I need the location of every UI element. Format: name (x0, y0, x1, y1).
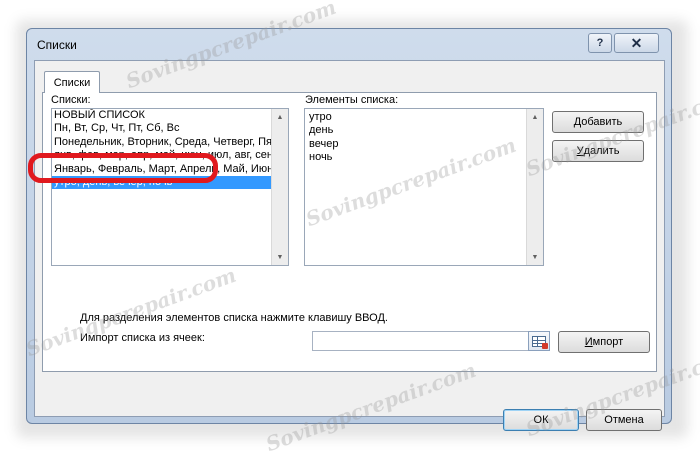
hint-text: Для разделения элементов списка нажмите … (80, 312, 388, 324)
import-button-accesskey: И (584, 336, 593, 348)
list-item[interactable]: утро, день, вечер, ночь (52, 175, 288, 190)
list-item[interactable]: янв, фев, мар, апр, май, июн, июл, авг, … (52, 149, 288, 162)
delete-button-accesskey: У (576, 145, 584, 157)
scroll-down-arrow-icon[interactable]: ▼ (272, 249, 288, 265)
ok-button-label: ОК (533, 414, 549, 426)
title-bar[interactable]: Списки ? ✕ (27, 29, 671, 59)
ok-button[interactable]: ОК (503, 409, 579, 431)
lists-rows: НОВЫЙ СПИСОК Пн, Вт, Ср, Чт, Пт, Сб, Вс По… (52, 109, 288, 190)
help-button[interactable]: ? (588, 33, 612, 53)
close-button[interactable]: ✕ (614, 33, 659, 53)
range-select-button[interactable] (528, 331, 550, 351)
lists-label: Списки: (51, 94, 91, 106)
delete-button-label: далить (583, 145, 620, 157)
cancel-button[interactable]: Отмена (586, 409, 662, 431)
add-button[interactable]: Добавить (552, 111, 644, 133)
scroll-down-arrow-icon[interactable]: ▼ (527, 249, 543, 265)
list-entries-label: Элементы списка: (305, 94, 399, 106)
entries-scrollbar[interactable]: ▲ ▼ (526, 109, 543, 265)
list-entry-line: день (309, 124, 334, 137)
list-item[interactable]: Понедельник, Вторник, Среда, Четверг, Пя… (52, 136, 288, 149)
import-label: Импорт списка из ячеек: (80, 332, 205, 344)
list-item[interactable]: Пн, Вт, Ср, Чт, Пт, Сб, Вс (52, 122, 288, 135)
entries-rows: утро день вечер ночь (305, 109, 543, 165)
cancel-button-label: Отмена (604, 414, 644, 426)
list-item[interactable]: Январь, Февраль, Март, Апрель, Май, Июнь… (52, 163, 288, 176)
list-entry-line: утро (309, 111, 332, 123)
dialog-body: Списки Списки: НОВЫЙ СПИСОК Пн, Вт, Ср, Ч… (34, 60, 665, 431)
delete-button[interactable]: Удалить (552, 140, 644, 162)
range-select-icon (532, 335, 548, 349)
add-button-label: обавить (581, 116, 623, 128)
lists-dialog: Списки ? ✕ Списки Списки: НОВЫЙ СПИСОК Пн… (26, 28, 672, 431)
tab-lists[interactable]: Списки (44, 71, 100, 93)
list-entry-line: вечер (309, 137, 339, 150)
import-button[interactable]: Импорт (558, 331, 650, 353)
scroll-up-arrow-icon[interactable]: ▲ (272, 109, 288, 125)
scroll-up-arrow-icon[interactable]: ▲ (527, 109, 543, 125)
list-entry-line: ночь (309, 151, 333, 164)
list-entries-textarea[interactable]: утро день вечер ночь ▲ ▼ (304, 108, 544, 266)
tab-label: Списки (53, 76, 91, 89)
import-range-input[interactable] (312, 331, 531, 351)
window-title: Списки (37, 38, 77, 52)
lists-scrollbar[interactable]: ▲ ▼ (271, 109, 288, 265)
import-button-label: мпорт (592, 336, 624, 348)
close-icon: ✕ (630, 34, 643, 51)
help-icon: ? (596, 37, 604, 49)
tab-panel-lists: Списки: НОВЫЙ СПИСОК Пн, Вт, Ср, Чт, Пт, … (42, 92, 657, 372)
add-button-accesskey: Д (573, 116, 582, 128)
lists-listbox[interactable]: НОВЫЙ СПИСОК Пн, Вт, Ср, Чт, Пт, Сб, Вс По… (51, 108, 289, 266)
list-item[interactable]: НОВЫЙ СПИСОК (52, 109, 288, 122)
